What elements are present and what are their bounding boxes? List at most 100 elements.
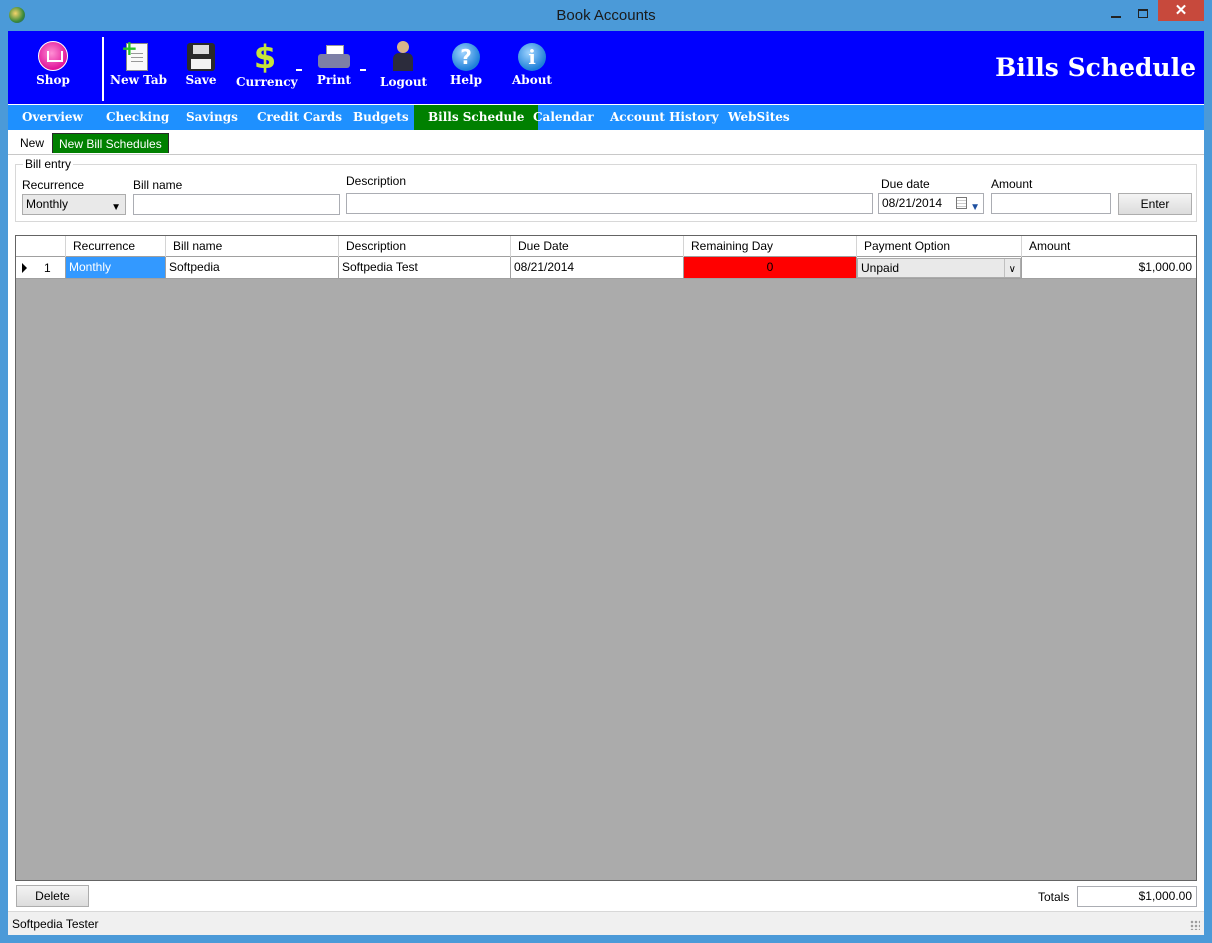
print-label: Print (316, 73, 352, 87)
shop-button[interactable]: Shop (26, 41, 80, 87)
resize-grip-icon[interactable] (1190, 920, 1200, 930)
dollar-icon: $ (253, 38, 277, 76)
currency-label: Currency (236, 75, 298, 89)
status-bar: Softpedia Tester (8, 911, 1204, 935)
cell-due-date[interactable]: 08/21/2014 (511, 257, 684, 278)
bills-panel: Bill entry Recurrence Monthly ▼ Bill nam… (8, 154, 1204, 911)
new-document-icon (121, 36, 148, 71)
shop-icon (38, 41, 68, 71)
close-button[interactable]: ✕ (1158, 0, 1204, 21)
column-header-payment-option[interactable]: Payment Option (857, 236, 1022, 257)
column-header-bill-name[interactable]: Bill name (166, 236, 339, 257)
help-label: Help (450, 73, 482, 87)
chevron-down-icon: ▼ (111, 202, 121, 213)
recurrence-select-value: Monthly (26, 197, 69, 211)
calendar-icon[interactable] (956, 197, 967, 209)
column-header-amount[interactable]: Amount (1022, 236, 1196, 257)
column-header-recurrence[interactable]: Recurrence (66, 236, 166, 257)
grid-header: Recurrence Bill name Description Due Dat… (16, 236, 1196, 257)
row-header[interactable]: 1 (16, 257, 66, 278)
chevron-down-icon[interactable]: ▼ (970, 198, 980, 217)
app-window: Book Accounts ✕ Shop New Tab Save $ Curr… (0, 0, 1212, 943)
info-icon: i (518, 43, 546, 71)
minimize-icon (1111, 16, 1121, 18)
cell-description[interactable]: Softpedia Test (339, 257, 511, 278)
new-tab-label: New Tab (110, 73, 168, 87)
sub-tab-strip: New New Bill Schedules (8, 130, 1204, 154)
user-lock-icon (392, 41, 414, 73)
nav-item-budgets[interactable]: Budgets (339, 105, 423, 130)
currency-dropdown-icon[interactable] (296, 69, 302, 71)
cell-payment-option[interactable]: Unpaid ∨ (857, 257, 1022, 278)
amount-input[interactable] (991, 193, 1111, 214)
nav-item-calendar[interactable]: Calendar (519, 105, 608, 130)
payment-option-value: Unpaid (861, 261, 900, 275)
recurrence-label: Recurrence (22, 178, 85, 192)
window-title: Book Accounts (556, 7, 656, 24)
column-header-due-date[interactable]: Due Date (511, 236, 684, 257)
due-date-picker[interactable]: 08/21/2014 ▼ (878, 193, 984, 214)
page-heading: Bills Schedule (995, 53, 1196, 82)
save-label: Save (185, 73, 217, 87)
new-tab-button[interactable]: New Tab (110, 36, 168, 87)
row-header-corner (16, 236, 66, 257)
amount-label: Amount (991, 177, 1033, 191)
maximize-icon (1138, 9, 1148, 18)
bill-entry-group: Bill entry Recurrence Monthly ▼ Bill nam… (15, 157, 1197, 222)
title-bar[interactable]: Book Accounts ✕ (0, 0, 1212, 31)
cell-bill-name[interactable]: Softpedia (166, 257, 339, 278)
section-nav: Overview Checking Savings Credit Cards B… (8, 105, 1204, 130)
print-dropdown-icon[interactable] (360, 69, 366, 71)
nav-item-savings[interactable]: Savings (172, 105, 252, 130)
due-date-value: 08/21/2014 (882, 196, 943, 210)
totals-label: Totals (1038, 890, 1070, 904)
column-header-remaining-day[interactable]: Remaining Day (684, 236, 857, 257)
combo-separator (1004, 259, 1005, 277)
cell-remaining-day[interactable]: 0 (684, 257, 857, 278)
tab-new-bill-schedules[interactable]: New Bill Schedules (52, 133, 169, 153)
currency-button[interactable]: $ Currency (236, 38, 298, 89)
minimize-button[interactable] (1103, 4, 1129, 24)
cell-recurrence[interactable]: Monthly (66, 257, 166, 278)
client-area: Shop New Tab Save $ Currency Print (8, 31, 1204, 935)
print-button[interactable]: Print (314, 41, 354, 87)
description-label: Description (346, 174, 407, 188)
shop-label: Shop (36, 73, 70, 87)
bill-name-label: Bill name (133, 178, 183, 192)
help-icon: ? (452, 43, 480, 71)
delete-button[interactable]: Delete (16, 885, 89, 907)
maximize-button[interactable] (1130, 4, 1156, 24)
row-number: 1 (44, 261, 51, 275)
status-user: Softpedia Tester (12, 917, 99, 931)
bill-name-input[interactable] (133, 194, 340, 215)
logout-label: Logout (380, 75, 428, 89)
payment-option-select[interactable]: Unpaid ∨ (857, 258, 1021, 278)
save-button[interactable]: Save (180, 41, 222, 87)
printer-icon (318, 45, 350, 71)
cell-amount[interactable]: $1,000.00 (1022, 257, 1196, 278)
description-input[interactable] (346, 193, 873, 214)
nav-item-account-history[interactable]: Account History (596, 105, 733, 130)
nav-item-checking[interactable]: Checking (92, 105, 183, 130)
help-button[interactable]: ? Help (446, 41, 486, 87)
about-button[interactable]: i About (510, 41, 554, 87)
toolbar-divider (102, 37, 104, 101)
chevron-down-icon[interactable]: ∨ (1009, 261, 1016, 278)
nav-item-websites[interactable]: WebSites (714, 105, 804, 130)
logout-button[interactable]: Logout (380, 41, 428, 89)
floppy-disk-icon (187, 43, 215, 71)
totals-field[interactable]: $1,000.00 (1077, 886, 1197, 907)
nav-item-overview[interactable]: Overview (8, 105, 97, 130)
main-toolbar: Shop New Tab Save $ Currency Print (8, 31, 1204, 104)
about-label: About (512, 73, 552, 87)
enter-button[interactable]: Enter (1118, 193, 1192, 215)
current-row-arrow-icon (22, 263, 27, 273)
table-row[interactable]: 1 Monthly Softpedia Softpedia Test 08/21… (16, 257, 1196, 279)
bill-entry-title: Bill entry (23, 157, 74, 171)
recurrence-select[interactable]: Monthly ▼ (22, 194, 126, 215)
tab-new[interactable]: New (14, 133, 51, 153)
due-date-label: Due date (881, 177, 930, 191)
column-header-description[interactable]: Description (339, 236, 511, 257)
close-icon: ✕ (1174, 2, 1188, 19)
bills-grid[interactable]: Recurrence Bill name Description Due Dat… (15, 235, 1197, 881)
